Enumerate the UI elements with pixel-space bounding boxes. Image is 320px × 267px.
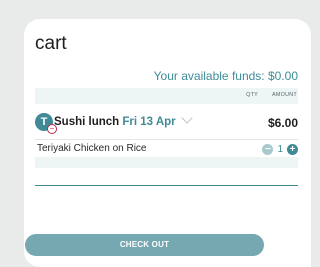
meal-date: Fri 13 Apr (122, 116, 176, 128)
item-name: Teriyaki Chicken on Rice (37, 143, 147, 154)
chevron-down-icon[interactable] (181, 112, 193, 124)
checkout-button[interactable]: CHECK OUT (25, 234, 264, 256)
meal-title: Sushi lunch (54, 116, 120, 128)
meal-total: $6.00 (267, 116, 298, 130)
cart-title: cart (35, 33, 67, 54)
qty-column-label: QTY (246, 92, 258, 98)
item-detail-strip (35, 157, 298, 168)
minus-icon[interactable]: − (262, 143, 274, 155)
available-funds: Your available funds: $0.00 (153, 69, 298, 83)
plus-icon[interactable]: + (287, 143, 298, 155)
cart-panel: cart Your available funds: $0.00 QTY AMO… (24, 19, 311, 267)
meal-name[interactable]: Sushi lunch Fri 13 Apr (54, 112, 193, 128)
amount-column-label: AMOUNT (271, 92, 297, 98)
cart-divider (35, 185, 298, 186)
quantity-value: 1 (277, 143, 283, 155)
cart-column-header: QTY AMOUNT (35, 88, 298, 104)
list-item: Teriyaki Chicken on Rice − 1 + (35, 139, 298, 169)
quantity-stepper: − 1 + (262, 143, 298, 155)
